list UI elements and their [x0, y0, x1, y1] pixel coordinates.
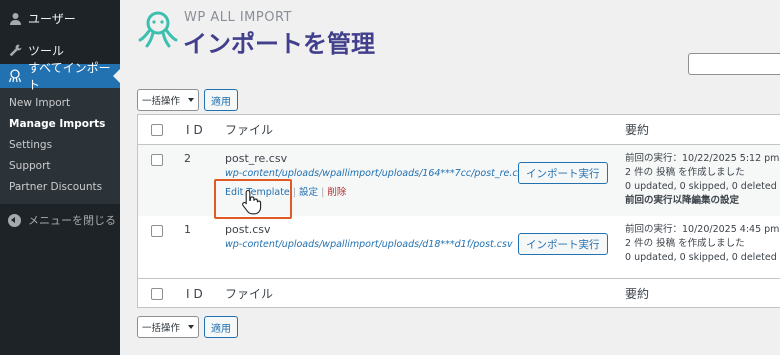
settings-link[interactable]: 設定 [299, 187, 318, 198]
row-id: 1 [184, 223, 191, 236]
bulk-action-label: 一括操作 [142, 96, 181, 107]
bulk-action-select[interactable]: 一括操作 [137, 316, 199, 338]
sidebar-item-users[interactable]: ユーザー [0, 6, 120, 30]
submenu-partner-discounts[interactable]: Partner Discounts [0, 177, 120, 198]
run-import-button[interactable]: インポート実行 [518, 162, 608, 184]
wpai-octopus-icon [8, 69, 22, 83]
admin-sidebar: ユーザー ツール すべてインポート New Import Manage Impo… [0, 0, 120, 355]
page-title: インポートを管理 [183, 30, 375, 58]
created-count: 2 件の 投稿 を作成しました [625, 167, 745, 178]
wrench-icon [8, 43, 22, 57]
column-id[interactable]: ID [186, 123, 207, 137]
submenu-all-import: New Import Manage Imports Settings Suppo… [0, 88, 120, 204]
bulk-action-select[interactable]: 一括操作 [137, 89, 199, 111]
import-summary: 前回の実行：10/22/2025 5:12 pm 2 件の 投稿 を作成しました… [625, 152, 779, 208]
wpai-logo-icon [138, 11, 178, 48]
submenu-settings[interactable]: Settings [0, 135, 120, 156]
submenu-support[interactable]: Support [0, 156, 120, 177]
table-header: ID ファイル 要約 [138, 115, 780, 145]
collapse-arrow-icon [8, 213, 21, 227]
chevron-down-icon [188, 98, 194, 102]
run-import-button[interactable]: インポート実行 [518, 233, 608, 255]
column-summary: 要約 [625, 123, 650, 137]
last-run: 前回の実行：10/20/2025 4:45 pm [625, 224, 780, 235]
submenu-new-import[interactable]: New Import [0, 93, 120, 114]
apply-button[interactable]: 適用 [204, 89, 238, 111]
select-all-checkbox[interactable] [151, 123, 163, 136]
apply-button[interactable]: 適用 [204, 316, 238, 338]
collapse-menu-button[interactable]: メニューを閉じる [0, 208, 120, 232]
sidebar-item-label: ツール [28, 43, 65, 58]
settings-edited-note: 前回の実行以降編集の設定 [625, 195, 740, 206]
table-row: 1 post.csv wp-content/uploads/wpallimpor… [138, 216, 780, 278]
select-all-checkbox[interactable] [151, 287, 163, 300]
file-path-link[interactable]: wp-content/uploads/wpallimport/uploads/d… [225, 239, 513, 250]
file-path-link[interactable]: wp-content/uploads/wpallimport/uploads/1… [225, 168, 528, 179]
row-checkbox[interactable] [151, 154, 163, 166]
table-footer: ID ファイル 要約 [138, 278, 780, 308]
hand-pointer-icon [242, 189, 262, 215]
created-count: 2 件の 投稿 を作成しました [625, 238, 745, 249]
sidebar-item-label: すべてインポート [28, 61, 111, 92]
column-summary: 要約 [625, 287, 650, 301]
column-file[interactable]: ファイル [225, 121, 273, 138]
bulk-actions-bottom: 一括操作 適用 [137, 316, 238, 338]
file-name: post_re.csv [225, 152, 288, 165]
row-id: 2 [184, 152, 191, 165]
row-checkbox[interactable] [151, 225, 163, 237]
search-input[interactable] [688, 53, 780, 75]
stats: 0 updated, 0 skipped, 0 deleted [625, 252, 777, 263]
collapse-menu-label: メニューを閉じる [28, 214, 116, 227]
delete-link[interactable]: 削除 [327, 187, 346, 198]
chevron-down-icon [188, 325, 194, 329]
column-id[interactable]: ID [186, 287, 207, 301]
sidebar-item-label: ユーザー [28, 11, 76, 26]
column-file[interactable]: ファイル [225, 285, 273, 302]
bulk-action-label: 一括操作 [142, 323, 181, 334]
stats: 0 updated, 0 skipped, 0 deleted [625, 181, 777, 192]
import-summary: 前回の実行：10/20/2025 4:45 pm 2 件の 投稿 を作成しました… [625, 223, 779, 265]
file-name: post.csv [225, 223, 271, 236]
last-run: 前回の実行：10/22/2025 5:12 pm [625, 153, 780, 164]
brand-name: WP ALL IMPORT [184, 10, 292, 25]
submenu-manage-imports[interactable]: Manage Imports [0, 114, 120, 135]
bulk-actions-top: 一括操作 適用 [137, 89, 238, 111]
sidebar-item-all-import[interactable]: すべてインポート [0, 61, 120, 92]
user-icon [8, 11, 22, 25]
